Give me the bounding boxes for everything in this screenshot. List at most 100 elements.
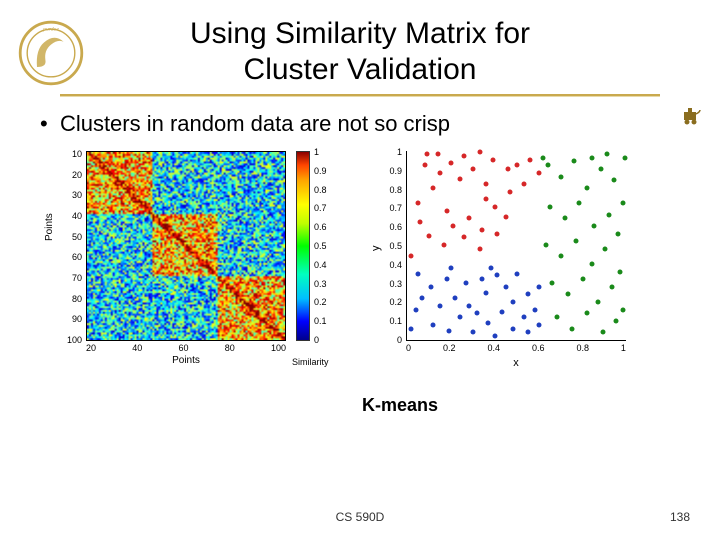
colorbar-label: Similarity — [292, 357, 329, 367]
scatter-point — [541, 155, 546, 160]
title-rule — [60, 94, 660, 97]
scatter-point — [521, 182, 526, 187]
scatter-point — [444, 208, 449, 213]
scatter-point — [466, 216, 471, 221]
bullet-text: Clusters in random data are not so crisp — [60, 111, 450, 136]
scatter-point — [438, 170, 443, 175]
footer-page-number: 138 — [670, 510, 690, 524]
scatter-point — [457, 176, 462, 181]
heatmap-y-ticks: 102030405060708090100 — [64, 149, 82, 345]
svg-text:purdue: purdue — [42, 27, 59, 33]
scatter-point — [543, 243, 548, 248]
scatter-point — [526, 330, 531, 335]
scatter-point — [431, 186, 436, 191]
scatter-point — [581, 277, 586, 282]
scatter-point — [576, 201, 581, 206]
scatter-point — [559, 254, 564, 259]
scatter-point — [618, 269, 623, 274]
scatter-point — [526, 292, 531, 297]
scatter-point — [603, 246, 608, 251]
scatter-point — [444, 277, 449, 282]
scatter-point — [585, 311, 590, 316]
scatter-point — [493, 205, 498, 210]
scatter-point — [508, 189, 513, 194]
heatmap-x-label: Points — [86, 355, 286, 366]
slide-title: Using Similarity Matrix for Cluster Vali… — [30, 16, 690, 88]
scatter-point — [574, 239, 579, 244]
scatter-point — [537, 284, 542, 289]
similarity-heatmap-chart: 102030405060708090100 Points 10.90.80.70… — [50, 151, 350, 366]
scatter-point — [438, 303, 443, 308]
scatter-point — [504, 214, 509, 219]
scatter-point — [422, 163, 427, 168]
scatter-point — [484, 290, 489, 295]
scatter-point — [504, 284, 509, 289]
scatter-point — [521, 315, 526, 320]
heatmap-x-ticks: 20406080100 — [86, 343, 286, 353]
scatter-point — [528, 157, 533, 162]
scatter-point — [565, 292, 570, 297]
scatter-point — [559, 174, 564, 179]
scatter-point — [616, 231, 621, 236]
scatter-x-ticks: 00.20.40.60.81 — [406, 343, 626, 353]
scatter-point — [609, 284, 614, 289]
title-line-1: Using Similarity Matrix for — [190, 17, 530, 50]
scatter-point — [550, 281, 555, 286]
scatter-point — [495, 231, 500, 236]
scatter-point — [409, 254, 414, 259]
scatter-point — [499, 309, 504, 314]
scatter-point — [537, 322, 542, 327]
footer-course: CS 590D — [0, 510, 720, 524]
scatter-point — [484, 197, 489, 202]
scatter-point — [418, 220, 423, 225]
scatter-point — [532, 307, 537, 312]
scatter-point — [545, 163, 550, 168]
scatter-point — [475, 311, 480, 316]
scatter-point — [490, 157, 495, 162]
heatmap-y-label: Points — [44, 213, 55, 241]
scatter-point — [607, 212, 612, 217]
scatter-point — [413, 307, 418, 312]
title-line-2: Cluster Validation — [244, 53, 477, 86]
scatter-point — [424, 151, 429, 156]
scatter-point — [572, 159, 577, 164]
purdue-seal-logo: purdue — [16, 18, 86, 88]
scatter-point — [462, 153, 467, 158]
scatter-point — [614, 319, 619, 324]
scatter-point — [506, 167, 511, 172]
scatter-point — [554, 315, 559, 320]
chart-caption: K-means — [110, 395, 690, 416]
scatter-point — [589, 155, 594, 160]
scatter-point — [622, 155, 627, 160]
scatter-point — [442, 243, 447, 248]
scatter-y-label: y — [370, 246, 382, 252]
scatter-x-label: x — [406, 357, 626, 369]
scatter-y-ticks: 00.10.20.30.40.50.60.70.80.91 — [384, 147, 402, 345]
slide: purdue Using Similarity Matrix for Clust… — [0, 0, 720, 540]
scatter-point — [592, 224, 597, 229]
colorbar-ticks: 10.90.80.70.60.50.40.30.20.10 — [314, 147, 327, 345]
scatter-point — [620, 201, 625, 206]
scatter-point — [605, 151, 610, 156]
scatter-point — [537, 170, 542, 175]
scatter-point — [416, 271, 421, 276]
scatter-point — [589, 262, 594, 267]
colorbar — [296, 151, 310, 341]
scatter-point — [477, 149, 482, 154]
scatter-point — [598, 167, 603, 172]
scatter-point — [416, 201, 421, 206]
scatter-point — [495, 273, 500, 278]
scatter-chart: 00.10.20.30.40.50.60.70.80.91 y 00.20.40… — [378, 151, 638, 369]
scatter-point — [570, 326, 575, 331]
scatter-point — [449, 161, 454, 166]
scatter-point — [479, 227, 484, 232]
scatter-point — [427, 233, 432, 238]
scatter-point — [435, 151, 440, 156]
scatter-point — [515, 271, 520, 276]
bullet-item: • Clusters in random data are not so cri… — [40, 111, 680, 137]
scatter-point — [431, 322, 436, 327]
scatter-point — [596, 300, 601, 305]
scatter-point — [600, 330, 605, 335]
scatter-point — [449, 265, 454, 270]
scatter-point — [453, 296, 458, 301]
